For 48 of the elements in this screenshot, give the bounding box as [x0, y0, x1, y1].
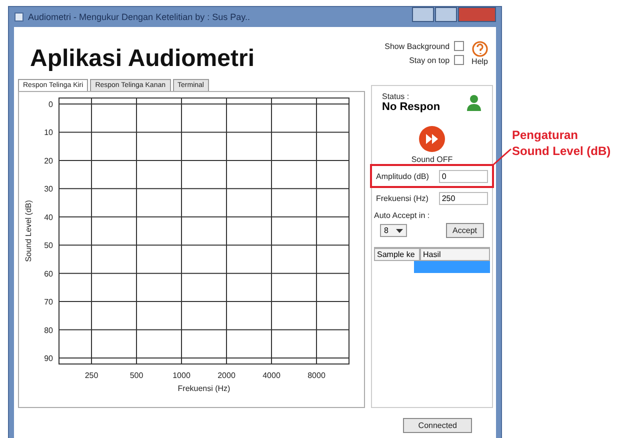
selected-cell[interactable]: [414, 261, 490, 273]
column-header[interactable]: Sample ke: [374, 248, 420, 261]
maximize-button[interactable]: [435, 7, 457, 22]
y-tick-label: 50: [44, 241, 53, 250]
field-label: Frekuensi (Hz): [376, 194, 430, 203]
y-tick-label: 80: [44, 326, 53, 335]
y-tick-label: 30: [44, 184, 53, 194]
connected-button[interactable]: Connected: [403, 418, 472, 433]
y-tick-label: 20: [44, 156, 53, 166]
annotation-text: Pengaturan Sound Level (dB): [512, 128, 612, 160]
minimize-button[interactable]: [412, 7, 434, 22]
option-label: Show Background: [384, 42, 450, 50]
status-label: Status :: [382, 92, 410, 101]
help-icon[interactable]: [472, 41, 488, 57]
y-tick-label: 0: [48, 100, 53, 109]
dropdown[interactable]: 8: [380, 224, 408, 237]
spinner-field[interactable]: 0: [438, 170, 488, 183]
y-tick-label: 70: [44, 298, 53, 307]
y-tick-label: 60: [44, 269, 53, 278]
sound-state-label: Sound OFF: [410, 155, 454, 164]
x-tick-label: 2000: [218, 371, 236, 380]
y-tick-label: 90: [44, 354, 53, 363]
leader-line: [492, 148, 512, 166]
x-tick-label: 250: [84, 371, 98, 380]
y-tick-label: 40: [44, 212, 53, 222]
spinner-field[interactable]: 250: [438, 192, 488, 205]
person-icon: [466, 94, 482, 112]
x-axis-title: Frekuensi (Hz): [178, 384, 230, 393]
x-tick-label: 1000: [172, 371, 190, 380]
x-tick-label: 4000: [262, 371, 280, 380]
caret-icon: [396, 228, 404, 232]
app-icon: [14, 12, 24, 22]
auto-accept-label: Auto Accept in :: [374, 211, 431, 220]
checkbox[interactable]: [454, 41, 464, 51]
help-label[interactable]: Help: [472, 57, 488, 66]
y-axis-title: Sound Level (dB): [24, 200, 33, 262]
fast-forward-button[interactable]: [419, 126, 445, 152]
window-title: Audiometri - Mengukur Dengan Ketelitian by : Sus Pay..: [28, 12, 250, 22]
y-tick-label: 10: [44, 128, 53, 138]
status-text: No Respon: [382, 101, 440, 113]
accept-button[interactable]: Accept: [446, 223, 484, 238]
x-tick-label: 500: [130, 371, 144, 380]
app-title: Aplikasi Audiometri: [30, 45, 254, 73]
option-label: Stay on top: [409, 56, 450, 64]
column-header[interactable]: Hasil: [420, 248, 490, 261]
x-tick-label: 8000: [308, 371, 326, 380]
field-label: Amplitudo (dB): [376, 172, 430, 181]
checkbox[interactable]: [454, 55, 464, 65]
